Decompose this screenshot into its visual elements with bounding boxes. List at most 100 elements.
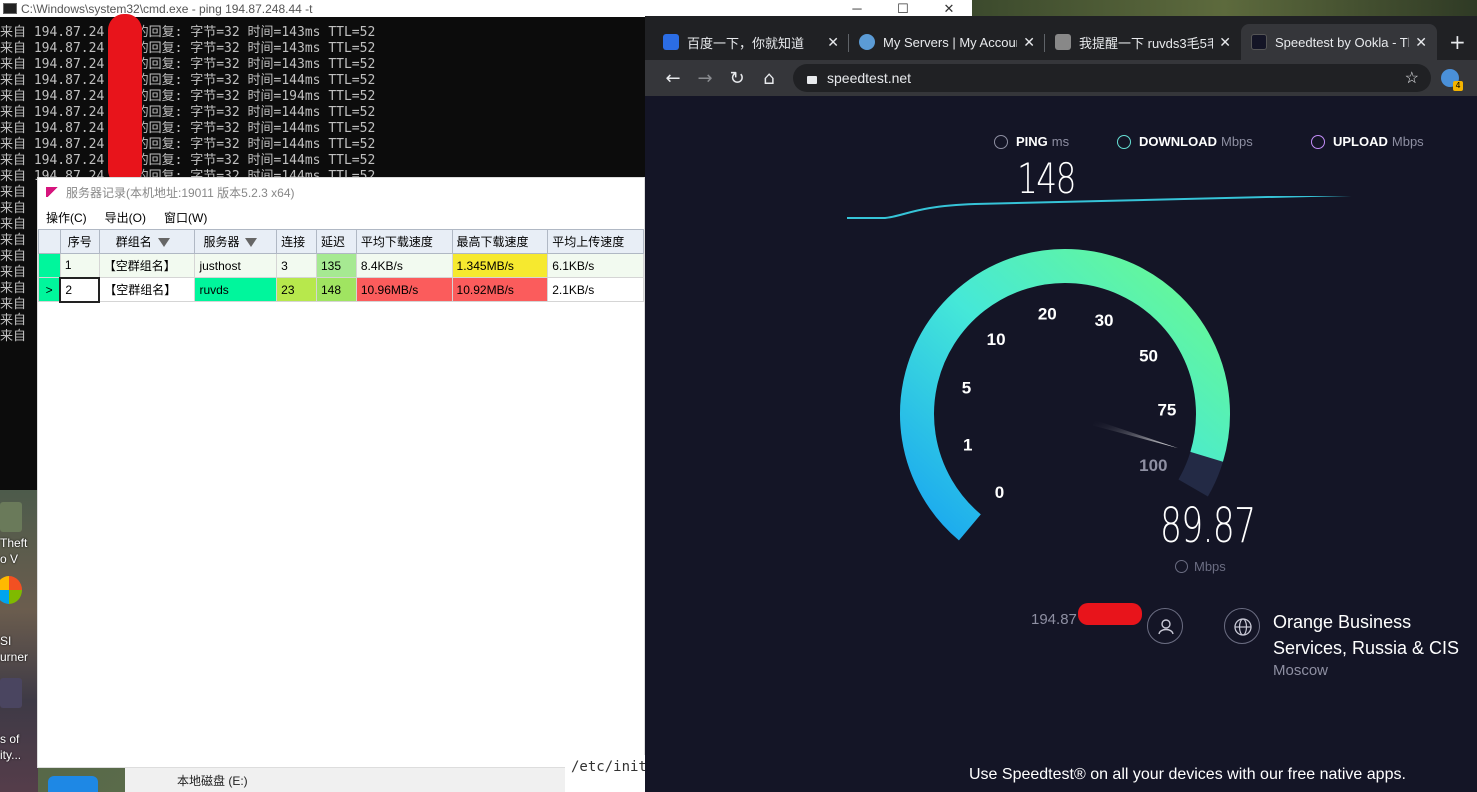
- cell-server: ruvds: [194, 277, 278, 302]
- maximize-button[interactable]: ☐: [880, 1, 926, 17]
- cell-no: 2: [59, 276, 101, 303]
- isp-name[interactable]: Orange Business Services, Russia & CIS: [1273, 609, 1477, 661]
- redaction-mark: [108, 14, 142, 186]
- filter-icon[interactable]: [157, 238, 170, 248]
- download-small-icon: [1175, 560, 1188, 573]
- col-avg-dl[interactable]: 平均下载速度: [355, 229, 453, 254]
- close-tab-icon[interactable]: ✕: [1023, 34, 1035, 51]
- desktop-label: ity...: [0, 748, 22, 762]
- tab-strip: 百度一下，你就知道 ✕ My Servers | My Accoun ✕ 我提醒…: [645, 16, 1477, 60]
- cell-conn: 23: [276, 277, 317, 302]
- close-button[interactable]: ✕: [926, 1, 972, 17]
- new-tab-button[interactable]: +: [1449, 30, 1466, 54]
- home-icon[interactable]: ⌂: [753, 68, 785, 89]
- download-label: DOWNLOAD: [1139, 134, 1217, 149]
- cell-group: 【空群组名】: [98, 253, 196, 278]
- close-tab-icon[interactable]: ✕: [1219, 34, 1231, 51]
- gauge-tick-label: 30: [1095, 311, 1114, 330]
- cell-conn: 3: [276, 253, 317, 278]
- address-bar[interactable]: speedtest.net ☆: [793, 64, 1431, 92]
- cell-max-dl: 1.345MB/s: [451, 253, 549, 278]
- col-server[interactable]: 服务器: [194, 229, 278, 254]
- col-label: 序号: [67, 235, 92, 249]
- col-label: 连接: [281, 235, 306, 249]
- row-marker: >: [38, 277, 61, 302]
- cell-avg-dl: 10.96MB/s: [355, 277, 453, 302]
- table-header-row: 序号 群组名 服务器 连接 延迟 平均下载速度 最高下载速度 平均上传速度: [38, 229, 644, 254]
- cloud-icon: [859, 34, 875, 50]
- desktop-label: urner: [0, 650, 29, 664]
- game-icon[interactable]: [0, 678, 22, 708]
- col-label: 平均下载速度: [360, 235, 433, 249]
- minimize-button[interactable]: ─: [834, 1, 880, 17]
- tab-title: Speedtest by Ookla - Th: [1275, 34, 1410, 50]
- col-latency[interactable]: 延迟: [316, 229, 357, 254]
- cell-server: justhost: [194, 253, 278, 278]
- redaction-mark: [1078, 603, 1142, 625]
- row-marker: [38, 253, 61, 278]
- col-label: 延迟: [321, 235, 346, 249]
- gauge-tick-label: 75: [1157, 401, 1176, 420]
- col-avg-ul[interactable]: 平均上传速度: [547, 229, 644, 254]
- download-metric: DOWNLOAD Mbps: [1117, 134, 1253, 149]
- close-tab-icon[interactable]: ✕: [827, 34, 839, 51]
- extension-icon[interactable]: 4: [1441, 69, 1463, 91]
- download-unit: Mbps: [1221, 134, 1253, 149]
- tab-speedtest[interactable]: Speedtest by Ookla - Th ✕: [1241, 24, 1437, 60]
- cell-avg-dl: 8.4KB/s: [355, 253, 453, 278]
- col-no[interactable]: 序号: [59, 229, 100, 254]
- filter-icon[interactable]: [245, 238, 258, 248]
- desktop-label: SI: [0, 634, 12, 648]
- cmd-titlebar[interactable]: C:\Windows\system32\cmd.exe - ping 194.8…: [0, 0, 972, 17]
- cell-avg-ul: 2.1KB/s: [547, 277, 644, 302]
- gauge-tick-label: 10: [987, 330, 1006, 349]
- server-table: 序号 群组名 服务器 连接 延迟 平均下载速度 最高下载速度 平均上传速度 1 …: [38, 229, 644, 303]
- tab-baidu[interactable]: 百度一下，你就知道 ✕: [653, 24, 849, 60]
- speed-value: 89.87: [1160, 498, 1256, 554]
- browser-window[interactable]: 百度一下，你就知道 ✕ My Servers | My Accoun ✕ 我提醒…: [645, 16, 1477, 792]
- cell-max-dl: 10.92MB/s: [451, 277, 549, 302]
- gauge-tick-label: 20: [1038, 305, 1057, 324]
- cell-group: 【空群组名】: [98, 277, 196, 302]
- speedtest-icon: [1251, 34, 1267, 50]
- desktop-label: s of: [0, 732, 20, 746]
- menu-export[interactable]: 导出(O): [105, 209, 146, 226]
- reload-icon[interactable]: ↻: [721, 68, 753, 89]
- server-record-window[interactable]: 服务器记录(本机地址:19011 版本5.2.3 x64) 操作(C) 导出(O…: [37, 177, 645, 768]
- tab-title: My Servers | My Accoun: [883, 34, 1018, 50]
- forward-icon[interactable]: →: [689, 68, 721, 89]
- gauge-tick-label: 100: [1139, 456, 1167, 475]
- desktop-wallpaper-strip: [972, 0, 1477, 16]
- user-icon[interactable]: [1147, 608, 1183, 644]
- back-icon[interactable]: ←: [657, 68, 689, 89]
- menu-window[interactable]: 窗口(W): [164, 209, 207, 226]
- speed-unit: Mbps: [1194, 559, 1226, 574]
- gta-icon[interactable]: [0, 502, 22, 532]
- bookmark-star-icon[interactable]: ☆: [1405, 68, 1419, 88]
- telegram-icon[interactable]: [48, 776, 98, 792]
- cell-avg-ul: 6.1KB/s: [547, 253, 644, 278]
- terminal-behind: /etc/init.d: [565, 755, 664, 792]
- gauge-tick-label: 0: [995, 483, 1004, 502]
- tab-forum[interactable]: 我提醒一下 ruvds3毛5毛 ✕: [1045, 24, 1241, 60]
- table-row[interactable]: 1 【空群组名】 justhost 3 135 8.4KB/s 1.345MB/…: [38, 253, 644, 278]
- server-window-titlebar[interactable]: 服务器记录(本机地址:19011 版本5.2.3 x64): [38, 178, 644, 206]
- gauge-tick-label: 1: [963, 436, 972, 455]
- tab-my-servers[interactable]: My Servers | My Accoun ✕: [849, 24, 1045, 60]
- ping-icon: [994, 134, 1008, 149]
- desktop-icons-column: Theft o V SI urner s of ity...: [0, 488, 38, 792]
- close-tab-icon[interactable]: ✕: [1415, 34, 1427, 51]
- server-window-title: 服务器记录(本机地址:19011 版本5.2.3 x64): [66, 185, 295, 200]
- col-conn[interactable]: 连接: [276, 229, 317, 254]
- msi-icon[interactable]: [0, 576, 22, 604]
- table-row[interactable]: > 2 【空群组名】 ruvds 23 148 10.96MB/s 10.92M…: [38, 276, 644, 303]
- col-label: 平均上传速度: [552, 235, 625, 249]
- cell-no: 1: [59, 253, 100, 278]
- globe-icon[interactable]: [1224, 608, 1260, 644]
- gauge-needle: [1092, 419, 1178, 449]
- upload-metric: UPLOAD Mbps: [1311, 134, 1424, 149]
- col-max-dl[interactable]: 最高下载速度: [451, 229, 549, 254]
- col-marker: [38, 229, 61, 254]
- col-group[interactable]: 群组名: [98, 229, 196, 254]
- menu-operate[interactable]: 操作(C): [46, 209, 87, 226]
